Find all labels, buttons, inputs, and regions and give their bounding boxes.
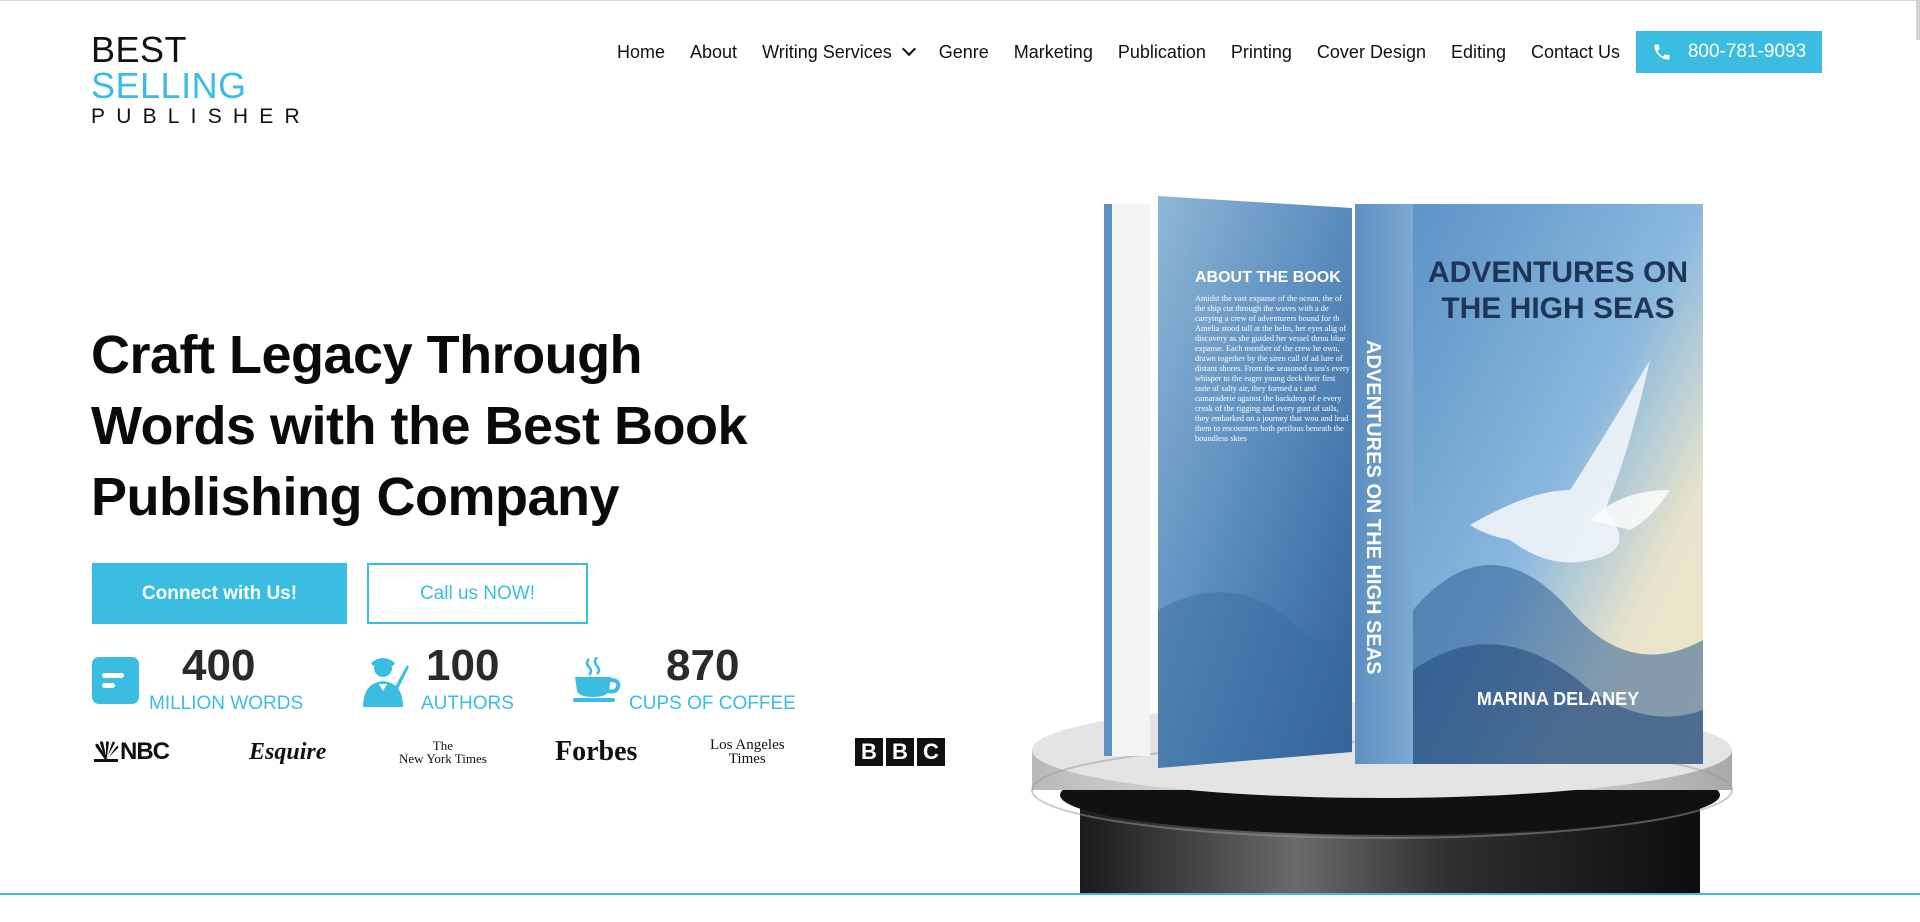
lat-line2: Times bbox=[728, 751, 766, 767]
nav-writing-services[interactable]: Writing Services bbox=[762, 41, 916, 63]
page-top-border bbox=[0, 0, 1920, 1]
back-cover-text-box: Amidst the vast expanse of the ocean, th… bbox=[1195, 294, 1350, 443]
nav-writing-services-label: Writing Services bbox=[762, 41, 892, 62]
stat-million-words: 400 MILLION WORDS bbox=[92, 641, 312, 721]
nav-contact-us-label: Contact Us bbox=[1531, 41, 1621, 62]
nav-about-label: About bbox=[690, 41, 738, 62]
nav-marketing-label: Marketing bbox=[1013, 41, 1093, 62]
front-title-line1: ADVENTURES ON bbox=[1428, 256, 1688, 289]
back-cover-text: Amidst the vast expanse of the ocean, th… bbox=[1195, 294, 1350, 443]
logo-publisher: PUBLISHER bbox=[91, 105, 311, 128]
nav-home-label: Home bbox=[617, 41, 666, 62]
stat-label: AUTHORS bbox=[421, 693, 514, 714]
nav-printing[interactable]: Printing bbox=[1231, 42, 1292, 63]
nav-home[interactable]: Home bbox=[617, 42, 665, 63]
phone-call-button[interactable]: 800-781-9093 bbox=[1636, 31, 1822, 73]
section-divider bbox=[0, 893, 1920, 895]
bbc-letter: B bbox=[886, 738, 914, 766]
phone-number: 800-781-9093 bbox=[1687, 41, 1807, 62]
scrollbar[interactable] bbox=[1916, 0, 1920, 40]
author-icon bbox=[363, 658, 409, 707]
front-author: MARINA DELANEY bbox=[1477, 689, 1639, 709]
phone-icon bbox=[1654, 44, 1670, 60]
bbc-letter: B bbox=[855, 738, 883, 766]
lat-line1: Los Angeles bbox=[710, 737, 785, 753]
nbc-logo: NBC bbox=[92, 732, 170, 772]
la-times-logo: Los Angeles Times bbox=[710, 732, 785, 772]
nav-cover-design[interactable]: Cover Design bbox=[1317, 42, 1426, 63]
nav-printing-label: Printing bbox=[1230, 41, 1292, 62]
nav-genre[interactable]: Genre bbox=[939, 42, 989, 63]
hero-title: Craft Legacy Through Words with the Best… bbox=[91, 325, 748, 527]
nav-cover-design-label: Cover Design bbox=[1316, 41, 1426, 62]
stat-cups-of-coffee: 870 CUPS OF COFFEE bbox=[573, 641, 803, 721]
stat-value: 870 bbox=[666, 641, 740, 690]
coffee-cup-icon bbox=[573, 657, 621, 702]
stat-authors: 100 AUTHORS bbox=[361, 641, 541, 721]
stat-value: 400 bbox=[182, 641, 256, 690]
site-logo[interactable]: BEST SELLING PUBLISHER bbox=[91, 32, 331, 129]
front-title-line2: THE HIGH SEAS bbox=[1441, 292, 1674, 325]
nav-editing[interactable]: Editing bbox=[1451, 42, 1506, 63]
chevron-down-icon[interactable] bbox=[901, 41, 916, 57]
main-nav: Home About Writing Services Genre Market… bbox=[617, 40, 1620, 64]
stat-label: CUPS OF COFFEE bbox=[629, 693, 796, 714]
nyt-line2: New York Times bbox=[399, 751, 487, 766]
book-pages bbox=[1110, 204, 1150, 756]
book-pedestal-illustration: ABOUT THE BOOK Amidst the vast expanse o… bbox=[1031, 196, 1733, 895]
bbc-logo: B B C bbox=[855, 732, 945, 772]
nav-editing-label: Editing bbox=[1450, 41, 1507, 62]
nav-contact-us[interactable]: Contact Us bbox=[1531, 42, 1620, 63]
logo-best: BEST bbox=[91, 29, 187, 70]
nav-publication[interactable]: Publication bbox=[1118, 42, 1206, 63]
back-cover-heading: ABOUT THE BOOK bbox=[1195, 269, 1341, 286]
nbc-text: NBC bbox=[120, 738, 170, 765]
nav-about[interactable]: About bbox=[690, 42, 737, 63]
esquire-logo: Esquire bbox=[249, 738, 327, 765]
connect-button[interactable]: Connect with Us! bbox=[92, 563, 347, 624]
logo-selling: SELLING bbox=[91, 65, 247, 106]
peacock-icon bbox=[94, 741, 119, 762]
document-icon bbox=[92, 657, 139, 704]
nyt-logo: The New York Times bbox=[399, 732, 487, 772]
forbes-logo: Forbes bbox=[555, 736, 638, 767]
nav-genre-label: Genre bbox=[938, 41, 989, 62]
nav-marketing[interactable]: Marketing bbox=[1014, 42, 1093, 63]
nav-publication-label: Publication bbox=[1117, 41, 1206, 62]
stat-value: 100 bbox=[426, 641, 500, 690]
bbc-letter: C bbox=[917, 738, 945, 766]
stat-label: MILLION WORDS bbox=[149, 693, 304, 714]
book-pages-edge bbox=[1104, 204, 1112, 756]
logo-wordmark: BEST SELLING bbox=[91, 32, 331, 104]
call-now-button[interactable]: Call us NOW! bbox=[367, 563, 588, 624]
spine-title: ADVENTURES ON THE HIGH SEAS bbox=[1362, 340, 1384, 674]
